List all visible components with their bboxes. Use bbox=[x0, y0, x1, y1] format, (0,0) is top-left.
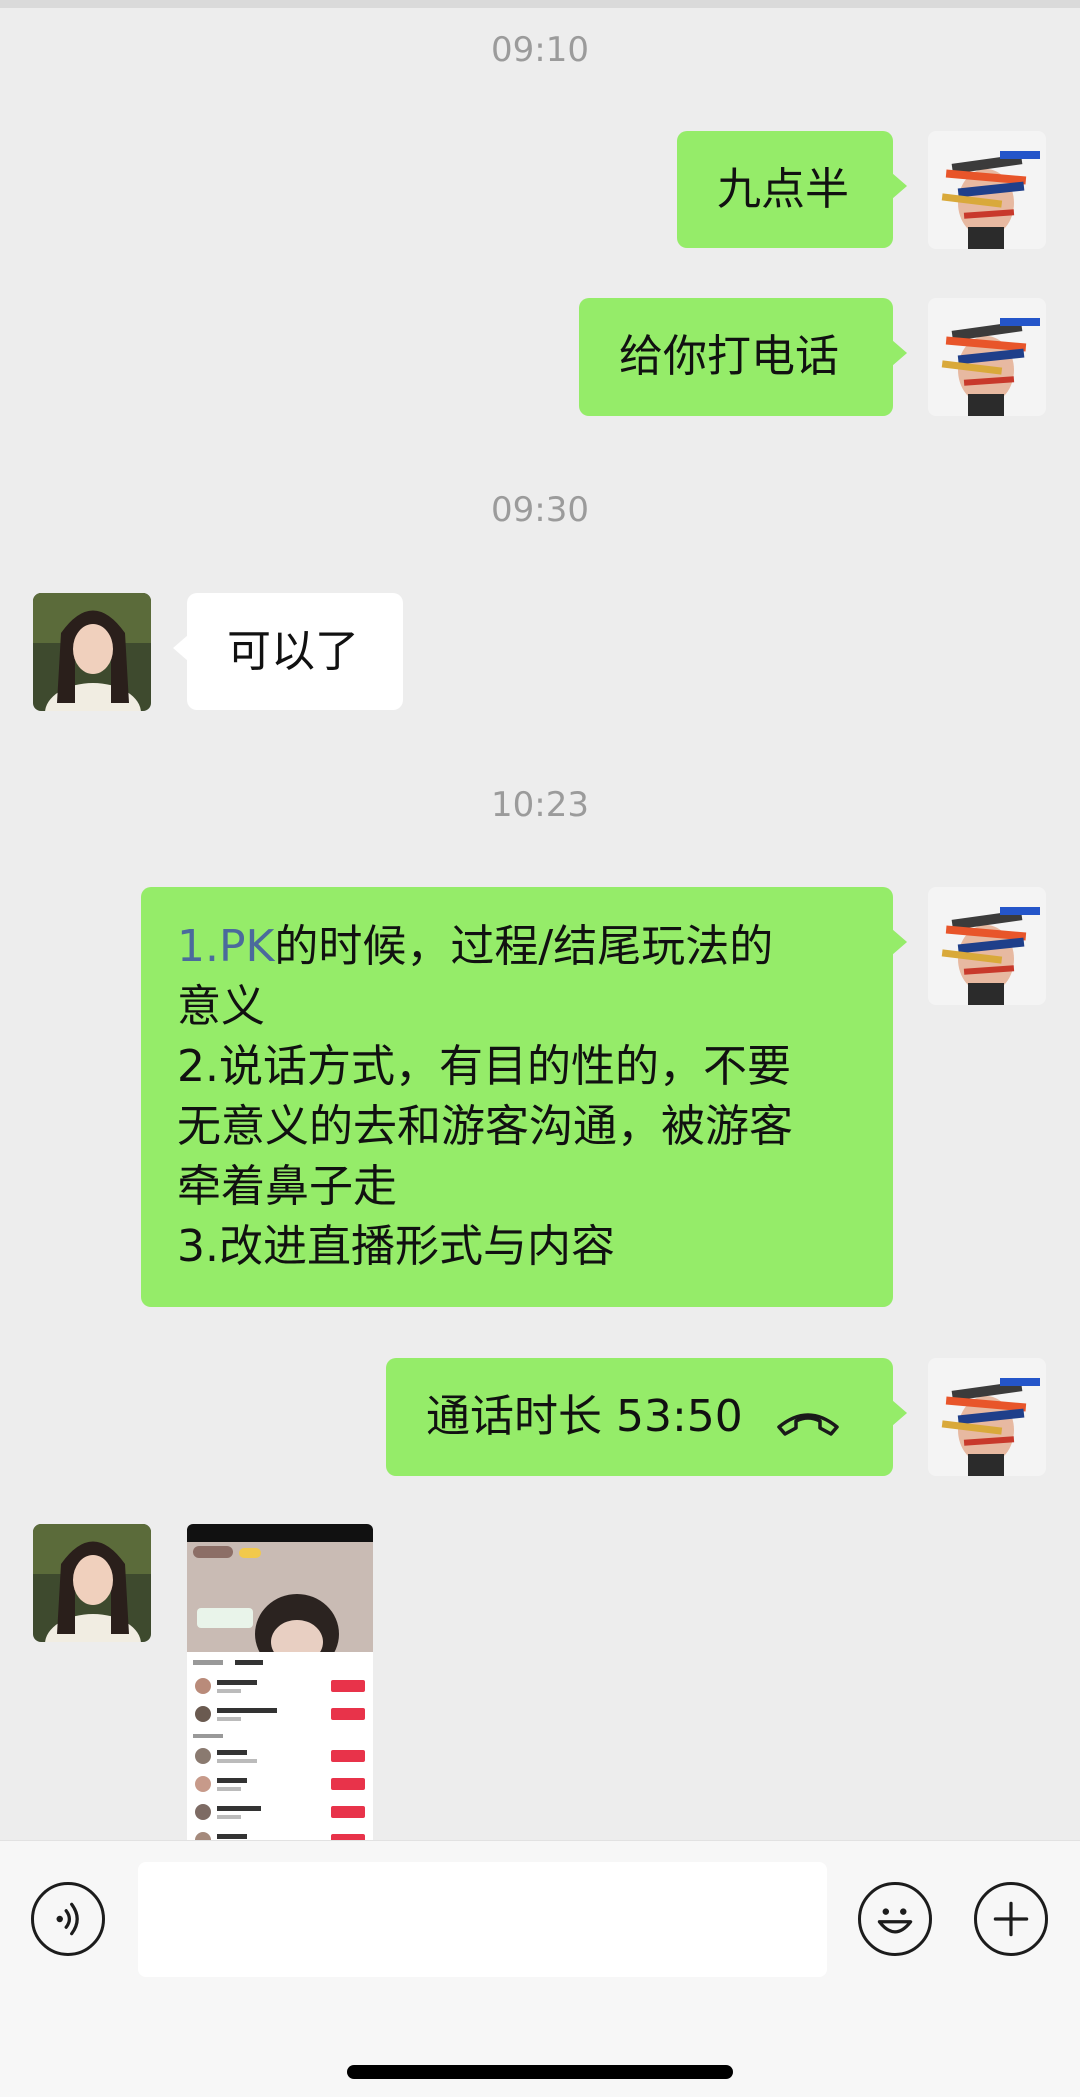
plus-icon[interactable] bbox=[974, 1882, 1048, 1956]
message-line: 牵着鼻子走 bbox=[177, 1157, 857, 1217]
message-bubble-sent[interactable]: 1.PK的时候，过程/结尾玩法的 意义 2.说话方式，有目的性的，不要 无意义的… bbox=[141, 887, 907, 1307]
message-line-text: 2.说话方式，有目的性的，不要 bbox=[177, 1041, 791, 1092]
phone-hangup-icon bbox=[773, 1397, 843, 1437]
message-text: 1.PK的时候，过程/结尾玩法的 意义 2.说话方式，有目的性的，不要 无意义的… bbox=[177, 917, 857, 1277]
call-record-bubble[interactable]: 通话时长 53:50 bbox=[386, 1358, 907, 1476]
message-line-text: 的时候，过程/结尾玩法的 bbox=[274, 921, 774, 972]
message-input[interactable] bbox=[138, 1862, 827, 1977]
message-line-text: 无意义的去和游客沟通，被游客 bbox=[177, 1101, 793, 1152]
message-bubble-received[interactable]: 可以了 bbox=[173, 593, 403, 710]
call-duration-text: 通话时长 53:50 bbox=[426, 1391, 743, 1442]
contact-avatar[interactable] bbox=[33, 593, 151, 711]
message-bubble-sent[interactable]: 九点半 bbox=[677, 131, 907, 248]
message-line: 2.说话方式，有目的性的，不要 bbox=[177, 1037, 857, 1097]
chat-area[interactable]: 09:10 九点半 给你打电话 09:30 可以了 10:23 1.PK的时候，… bbox=[0, 0, 1080, 1840]
timestamp: 10:23 bbox=[491, 785, 589, 825]
timestamp: 09:10 bbox=[491, 30, 589, 70]
contact-avatar[interactable] bbox=[33, 1524, 151, 1642]
message-line-text: 3.改进直播形式与内容 bbox=[177, 1221, 615, 1272]
my-avatar[interactable] bbox=[928, 298, 1046, 416]
image-message-screenshot[interactable] bbox=[187, 1524, 373, 1840]
my-avatar[interactable] bbox=[928, 1358, 1046, 1476]
message-text: 给你打电话 bbox=[619, 331, 839, 382]
message-line: 3.改进直播形式与内容 bbox=[177, 1217, 857, 1277]
emoji-icon[interactable] bbox=[858, 1882, 932, 1956]
message-line-text: 意义 bbox=[177, 981, 265, 1032]
message-line-prefix: 1.PK bbox=[177, 921, 275, 972]
message-line-text: 牵着鼻子走 bbox=[177, 1161, 397, 1212]
message-bubble-sent[interactable]: 给你打电话 bbox=[579, 298, 907, 416]
timestamp: 09:30 bbox=[491, 490, 589, 530]
message-text: 可以了 bbox=[227, 625, 359, 677]
home-indicator[interactable] bbox=[347, 2065, 733, 2079]
voice-icon[interactable] bbox=[31, 1882, 105, 1956]
message-text: 九点半 bbox=[717, 163, 849, 215]
input-toolbar bbox=[0, 1840, 1080, 2097]
message-line: 1.PK的时候，过程/结尾玩法的 bbox=[177, 917, 857, 977]
message-line: 无意义的去和游客沟通，被游客 bbox=[177, 1097, 857, 1157]
message-line: 意义 bbox=[177, 977, 857, 1037]
my-avatar[interactable] bbox=[928, 887, 1046, 1005]
my-avatar[interactable] bbox=[928, 131, 1046, 249]
